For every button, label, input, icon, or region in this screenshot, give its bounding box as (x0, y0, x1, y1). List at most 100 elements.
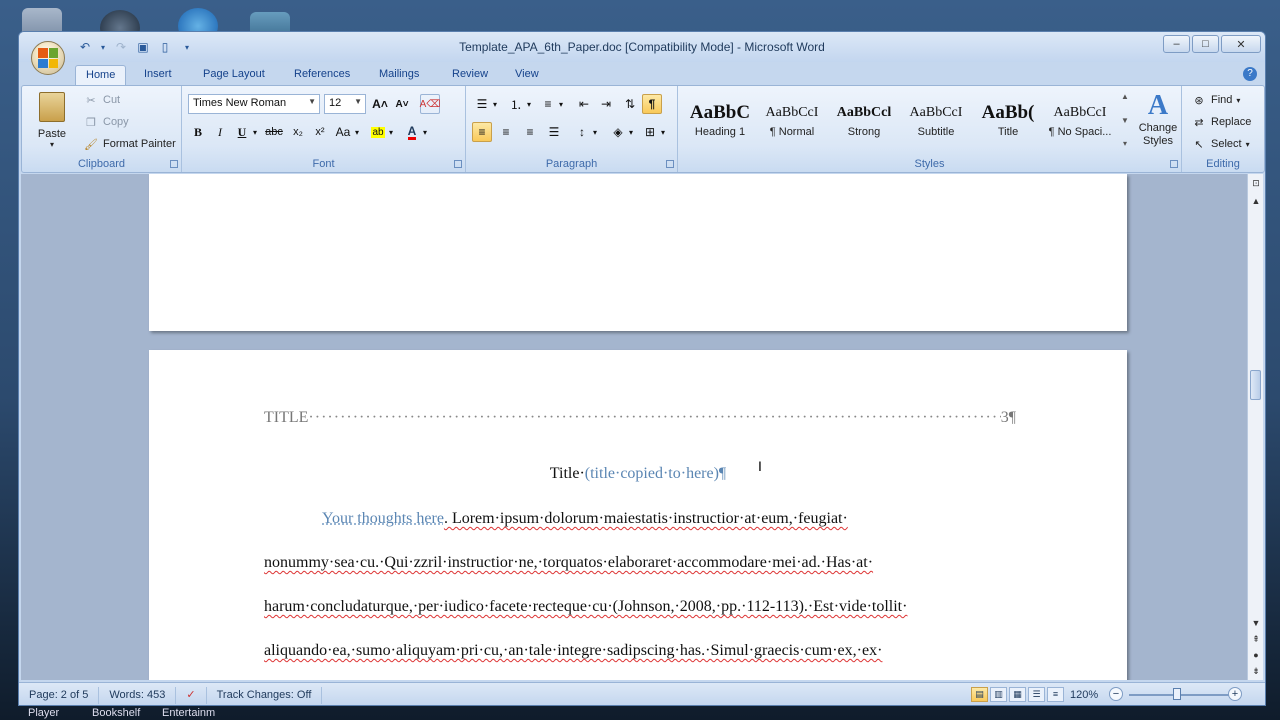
paste-button[interactable]: Paste ▾ (32, 92, 72, 154)
justify-button[interactable]: ☰ (544, 122, 564, 142)
body-line-1[interactable]: Your thoughts here. Lorem·ipsum·dolorum·… (322, 510, 1042, 528)
highlight-dropdown-icon[interactable]: ▾ (386, 122, 396, 142)
align-right-button[interactable]: ≡ (520, 122, 540, 142)
decrease-indent-button[interactable]: ⇤ (574, 94, 594, 114)
tab-mailings[interactable]: Mailings (369, 65, 429, 85)
tab-references[interactable]: References (284, 65, 360, 85)
tab-view[interactable]: View (505, 65, 549, 85)
font-size-dropdown-icon[interactable]: ▼ (354, 97, 362, 106)
scroll-down-icon[interactable]: ▼ (1250, 618, 1262, 630)
bullets-dropdown-icon[interactable]: ▾ (490, 94, 500, 114)
tab-review[interactable]: Review (442, 65, 498, 85)
numbering-button[interactable]: ⒈ (506, 94, 526, 114)
style-title[interactable]: AaBb( Title (972, 93, 1044, 145)
clear-formatting-button[interactable]: A⌫ (420, 94, 440, 114)
highlight-button[interactable]: ab (368, 122, 388, 142)
close-button[interactable]: ✕ (1221, 35, 1261, 53)
font-color-dropdown-icon[interactable]: ▾ (420, 122, 430, 142)
show-hide-formatting-button[interactable]: ¶ (642, 94, 662, 114)
find-button[interactable]: ⊛ Find ▾ (1188, 90, 1243, 110)
change-case-dropdown-icon[interactable]: ▾ (352, 122, 362, 142)
change-case-button[interactable]: Aa (332, 122, 354, 142)
increase-indent-button[interactable]: ⇥ (596, 94, 616, 114)
font-color-button[interactable]: A (402, 122, 422, 142)
replace-button[interactable]: ⇄ Replace (1188, 112, 1254, 132)
subscript-button[interactable]: x₂ (288, 122, 308, 142)
scroll-up-icon[interactable]: ▲ (1250, 196, 1262, 208)
gallery-down-icon[interactable]: ▼ (1118, 116, 1132, 125)
multilevel-list-button[interactable]: ≡ (538, 94, 558, 114)
full-screen-reading-view-icon[interactable]: ▥ (990, 687, 1007, 702)
style-strong[interactable]: AaBbCcl Strong (828, 93, 900, 145)
underline-dropdown-icon[interactable]: ▾ (250, 122, 260, 142)
draft-view-icon[interactable]: ≡ (1047, 687, 1064, 702)
copy-button[interactable]: ❐ Copy (80, 112, 132, 132)
scroll-thumb[interactable] (1250, 370, 1261, 400)
help-icon[interactable]: ? (1243, 67, 1257, 81)
vertical-scrollbar[interactable]: ⊡ ▲ ▼ ⇞ ● ⇟ (1247, 174, 1263, 680)
tab-page-layout[interactable]: Page Layout (193, 65, 275, 85)
grow-font-button[interactable]: A˄ (370, 94, 390, 114)
styles-dialog-launcher-icon[interactable] (1170, 160, 1178, 168)
minimize-button[interactable]: – (1163, 35, 1190, 53)
numbering-dropdown-icon[interactable]: ▾ (524, 94, 534, 114)
track-changes-status[interactable]: Track Changes: Off (207, 686, 323, 704)
zoom-in-button[interactable]: + (1228, 687, 1242, 701)
align-left-button[interactable]: ≡ (472, 122, 492, 142)
document-canvas[interactable]: TITLE ··································… (21, 174, 1249, 680)
strikethrough-button[interactable]: abc (262, 122, 286, 142)
page-current[interactable]: TITLE ··································… (149, 350, 1127, 680)
change-styles-button[interactable]: A Change Styles (1134, 90, 1182, 148)
superscript-button[interactable]: x² (310, 122, 330, 142)
shrink-font-button[interactable]: A˅ (392, 94, 412, 114)
sort-button[interactable]: ⇅ (620, 94, 640, 114)
zoom-out-button[interactable]: − (1109, 687, 1123, 701)
underline-button[interactable]: U (232, 122, 252, 142)
zoom-slider-thumb[interactable] (1173, 688, 1181, 700)
font-name-dropdown-icon[interactable]: ▼ (308, 97, 316, 106)
format-painter-button[interactable]: 🖌 Format Painter (80, 134, 179, 154)
running-head[interactable]: TITLE ··································… (264, 409, 1016, 427)
style-normal[interactable]: AaBbCcI ¶ Normal (756, 93, 828, 145)
body-line-4[interactable]: aliquando·ea,·sumo·aliquyam·pri·cu,·an·t… (264, 642, 1024, 660)
proofing-icon[interactable]: ✓ (176, 686, 207, 704)
gallery-up-icon[interactable]: ▲ (1118, 92, 1132, 101)
maximize-button[interactable]: □ (1192, 35, 1219, 53)
body-line-2[interactable]: nonummy·sea·cu.·Qui·zzril·instructior·ne… (264, 554, 1024, 572)
font-dialog-launcher-icon[interactable] (454, 160, 462, 168)
borders-button[interactable]: ⊞ (640, 122, 660, 142)
line-spacing-dropdown-icon[interactable]: ▾ (590, 122, 600, 142)
previous-page-icon[interactable]: ⇞ (1250, 634, 1262, 646)
clipboard-dialog-launcher-icon[interactable] (170, 160, 178, 168)
cut-button[interactable]: ✂ Cut (80, 90, 123, 110)
bullets-button[interactable]: ☰ (472, 94, 492, 114)
outline-view-icon[interactable]: ☰ (1028, 687, 1045, 702)
tab-home[interactable]: Home (75, 65, 127, 85)
style-no-spacing[interactable]: AaBbCcI ¶ No Spaci... (1044, 93, 1116, 145)
style-subtitle[interactable]: AaBbCcI Subtitle (900, 93, 972, 145)
italic-button[interactable]: I (210, 122, 230, 142)
font-size-combo[interactable]: 12 ▼ (324, 94, 366, 114)
multilevel-dropdown-icon[interactable]: ▾ (556, 94, 566, 114)
body-line-3[interactable]: harum·concludaturque,·per·iudico·facete·… (264, 598, 1024, 616)
shading-dropdown-icon[interactable]: ▾ (626, 122, 636, 142)
select-browse-object-icon[interactable]: ● (1250, 650, 1262, 662)
next-page-icon[interactable]: ⇟ (1250, 666, 1262, 678)
select-button[interactable]: ↖ Select ▾ (1188, 134, 1253, 154)
ruler-toggle-icon[interactable]: ⊡ (1250, 178, 1262, 190)
page-previous[interactable] (149, 174, 1127, 331)
gallery-more-icon[interactable]: ▾ (1118, 139, 1132, 148)
office-button[interactable] (31, 41, 65, 75)
tab-insert[interactable]: Insert (134, 65, 182, 85)
font-name-combo[interactable]: Times New Roman ▼ (188, 94, 320, 114)
align-center-button[interactable]: ≡ (496, 122, 516, 142)
zoom-level[interactable]: 120% (1070, 689, 1098, 701)
style-heading-1[interactable]: AaBbC Heading 1 (684, 93, 756, 145)
paragraph-dialog-launcher-icon[interactable] (666, 160, 674, 168)
bold-button[interactable]: B (188, 122, 208, 142)
print-layout-view-icon[interactable]: ▤ (971, 687, 988, 702)
word-count[interactable]: Words: 453 (99, 686, 177, 704)
document-title[interactable]: Title·(title·copied·to·here)¶ (149, 465, 1127, 483)
web-layout-view-icon[interactable]: ▦ (1009, 687, 1026, 702)
page-indicator[interactable]: Page: 2 of 5 (19, 686, 100, 704)
